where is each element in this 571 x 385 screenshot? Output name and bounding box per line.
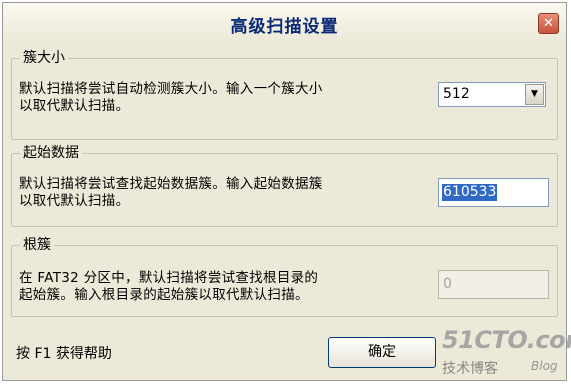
cluster-size-description: 默认扫描将尝试自动检测簇大小。输入一个簇大小 以取代默认扫描。 [19,81,323,114]
close-icon: ✕ [543,16,554,31]
root-cluster-description: 在 FAT32 分区中，默认扫描将尝试查找根目录的 起始簇。输入根目录的起始簇以… [19,270,319,303]
cluster-size-select[interactable]: 512 ▼ [438,82,546,107]
root-cluster-value: 0 [443,276,452,292]
watermark: 51CTO.com 技术博客 Blog [439,326,571,382]
start-data-description: 默认扫描将尝试查找起始数据簇。输入起始数据簇 以取代默认扫描。 [19,176,323,209]
start-data-group: 起始数据 默认扫描将尝试查找起始数据簇。输入起始数据簇 以取代默认扫描。 610… [11,144,558,227]
close-button[interactable]: ✕ [538,13,559,34]
start-data-input[interactable]: 610533 [438,178,549,207]
cluster-size-value: 512 [443,86,470,102]
ok-button[interactable]: 确定 [328,337,436,368]
title-bar: 高级扫描设置 ✕ [3,3,566,41]
root-cluster-group: 根簇 在 FAT32 分区中，默认扫描将尝试查找根目录的 起始簇。输入根目录的起… [11,236,558,317]
watermark-logo: 51CTO.com [442,326,571,354]
help-hint: 按 F1 获得帮助 [16,346,112,362]
dropdown-arrow-icon[interactable]: ▼ [525,84,544,105]
dialog-title: 高级扫描设置 [230,17,339,37]
root-cluster-input: 0 [438,270,549,299]
cluster-size-legend: 簇大小 [20,49,68,67]
cluster-size-group: 簇大小 默认扫描将尝试自动检测簇大小。输入一个簇大小 以取代默认扫描。 512 … [11,49,558,140]
start-data-legend: 起始数据 [20,144,82,162]
start-data-value: 610533 [442,184,498,201]
watermark-blog: Blog [531,359,558,373]
advanced-scan-dialog: 高级扫描设置 ✕ 簇大小 默认扫描将尝试自动检测簇大小。输入一个簇大小 以取代默… [2,2,571,382]
watermark-subtitle: 技术博客 [442,361,498,377]
root-cluster-legend: 根簇 [20,236,54,254]
